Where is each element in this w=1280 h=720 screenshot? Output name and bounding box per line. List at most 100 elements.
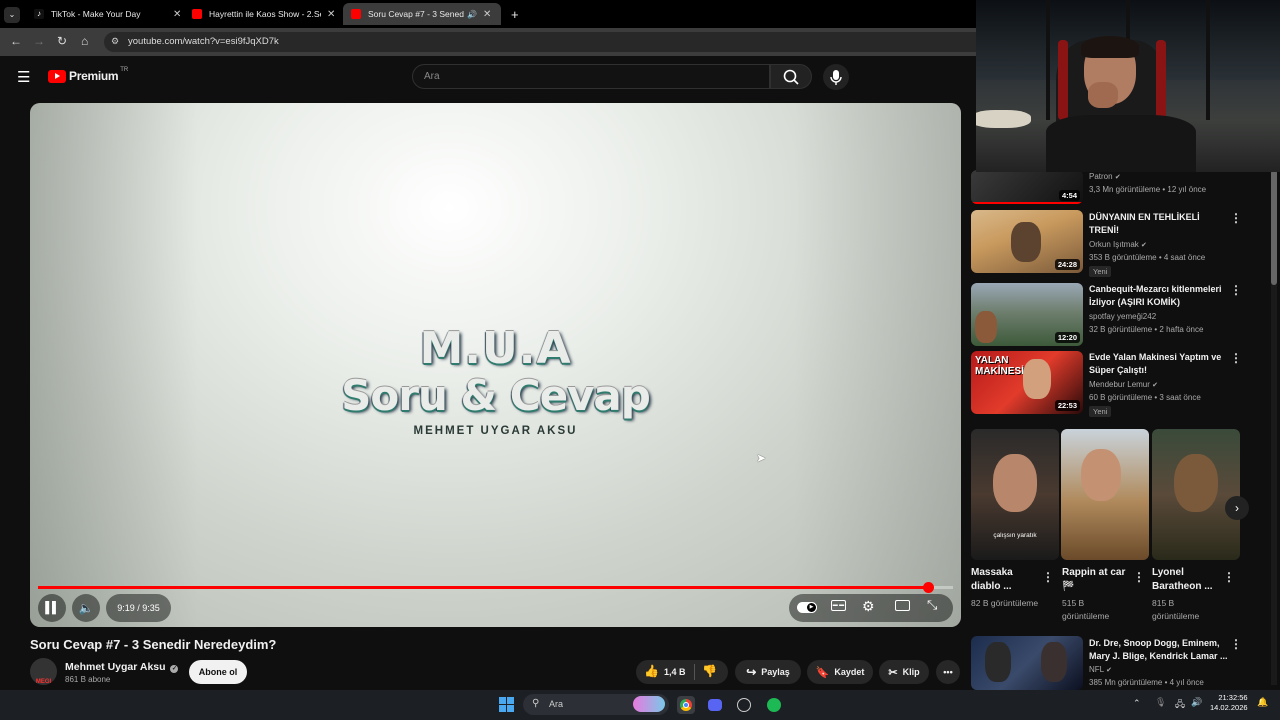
bookmark-icon: 🔖 <box>815 666 830 679</box>
overlay-title-mua: M.U.A <box>419 323 572 374</box>
search-input[interactable]: Ara <box>412 64 770 89</box>
youtube-icon <box>351 9 361 19</box>
thumbs-up-icon[interactable]: 👍 <box>644 664 659 678</box>
related-title[interactable]: Evde Yalan Makinesi Yaptım ve Süper Çalı… <box>1089 351 1229 376</box>
short-views: 815 B görüntüleme <box>1152 598 1200 621</box>
notification-bell-icon[interactable]: 🔔 <box>1257 697 1268 708</box>
menu-icon[interactable]: ☰ <box>17 68 30 86</box>
related-thumbnail[interactable]: 4:54 <box>971 170 1083 204</box>
more-vert-icon[interactable]: ⋮ <box>1230 211 1242 225</box>
related-channel[interactable]: spotfay yemeği242 <box>1089 312 1156 321</box>
related-channel[interactable]: Orkun Işıtmak ✔ <box>1089 240 1147 249</box>
channel-name[interactable]: Mehmet Uygar Aksu ✓ <box>65 661 179 673</box>
microphone-icon <box>830 70 842 85</box>
youtube-premium-logo[interactable]: Premium TR <box>48 67 129 83</box>
volume-icon: 🔈 <box>78 601 94 615</box>
like-count[interactable]: 1,4 B <box>664 667 686 677</box>
close-icon[interactable]: ✕ <box>327 9 335 20</box>
short-title[interactable]: Lyonel Baratheon ... <box>1152 566 1222 594</box>
related-thumbnail[interactable] <box>971 636 1083 690</box>
more-actions-button[interactable]: ••• <box>936 660 960 684</box>
forward-arrow-icon[interactable]: → <box>33 34 45 48</box>
new-badge: Yeni <box>1089 266 1112 277</box>
chrome-icon[interactable] <box>677 696 695 714</box>
channel-text: Patron <box>1089 172 1113 181</box>
related-title[interactable]: DÜNYANIN EN TEHLİKELİ TRENİ! <box>1089 211 1229 236</box>
video-title: Soru Cevap #7 - 3 Senedir Neredeydim? <box>30 637 277 652</box>
more-vert-icon[interactable]: ⋮ <box>1223 570 1235 584</box>
home-icon[interactable]: ⌂ <box>81 34 88 48</box>
sidebar-scrollbar[interactable] <box>1271 170 1277 685</box>
subtitles-icon[interactable]: ▬ ▬ <box>831 600 846 611</box>
progress-scrubber[interactable] <box>923 582 934 593</box>
clip-button[interactable]: ✂ Klip <box>879 660 929 684</box>
thumbs-down-icon[interactable]: 👎 <box>702 664 717 678</box>
tab-kaos-show[interactable]: Hayrettin ile Kaos Show - 2.Sez ✕ <box>184 3 343 25</box>
voice-search-button[interactable] <box>823 64 849 90</box>
network-icon[interactable]: 🖧 <box>1175 697 1185 713</box>
region-code: TR <box>120 67 129 73</box>
shorts-next-button[interactable]: › <box>1225 496 1249 520</box>
new-tab-button[interactable]: + <box>503 3 527 25</box>
short-title[interactable]: Rappin at car 🏁 <box>1062 566 1132 594</box>
site-info-icon[interactable]: ⚙ <box>111 36 119 47</box>
taskbar-search[interactable]: ⚲ Ara <box>523 694 669 715</box>
short-thumbnail[interactable] <box>1061 429 1149 560</box>
tab-tiktok[interactable]: ♪ TikTok - Make Your Day ✕ <box>26 3 189 25</box>
related-title[interactable]: Dr. Dre, Snoop Dogg, Eminem, Mary J. Bli… <box>1089 637 1229 662</box>
system-clock[interactable]: 21:32:56 14.02.2026 <box>1210 693 1248 713</box>
more-vert-icon[interactable]: ⋮ <box>1230 283 1242 297</box>
windows-start-icon[interactable] <box>499 697 514 712</box>
search-button[interactable] <box>770 64 812 89</box>
more-vert-icon[interactable]: ⋮ <box>1133 570 1145 584</box>
share-button[interactable]: ↪ Paylaş <box>735 660 801 684</box>
short-thumbnail[interactable] <box>1152 429 1240 560</box>
theater-mode-icon[interactable] <box>895 600 910 611</box>
verified-icon: ✔ <box>1141 242 1147 249</box>
steam-icon[interactable] <box>735 696 753 714</box>
spotify-icon[interactable] <box>765 696 783 714</box>
video-player[interactable]: M.U.A Soru & Cevap MEHMET UYGAR AKSU ➤ <box>30 103 961 627</box>
related-thumbnail[interactable]: 24:28 <box>971 210 1083 273</box>
url-text[interactable]: youtube.com/watch?v=esi9fJqXD7k <box>128 36 279 47</box>
logo-text: Premium <box>69 69 119 83</box>
clock-date: 14.02.2026 <box>1210 703 1248 712</box>
webcam-overlay <box>976 0 1280 172</box>
channel-avatar[interactable]: MEGI <box>30 658 57 685</box>
microphone-icon[interactable]: 🎙 <box>1155 697 1166 708</box>
related-title[interactable]: Canbequit-Mezarcı kitlenmeleri İzliyor (… <box>1089 283 1229 308</box>
share-icon: ↪ <box>746 665 757 679</box>
related-thumbnail[interactable]: 12:20 <box>971 283 1083 346</box>
volume-button[interactable]: 🔈 <box>72 594 100 622</box>
related-channel[interactable]: Mendebur Lemur ✔ <box>1089 380 1158 389</box>
speaker-icon[interactable]: 🔊 <box>467 10 477 19</box>
short-title[interactable]: Massaka diablo ... <box>971 566 1041 594</box>
save-button[interactable]: 🔖 Kaydet <box>807 660 873 684</box>
chevron-up-icon[interactable]: ⌃ <box>1133 698 1141 709</box>
short-thumbnail[interactable]: çalışsın yaratık <box>971 429 1059 560</box>
pause-button[interactable]: ▌▌ <box>38 594 66 622</box>
autoplay-toggle[interactable]: ▶ <box>797 602 817 613</box>
volume-icon[interactable]: 🔊 <box>1191 697 1202 708</box>
close-icon[interactable]: ✕ <box>173 9 181 20</box>
more-vert-icon[interactable]: ⋮ <box>1230 637 1242 651</box>
search-icon <box>783 69 799 85</box>
related-meta: 32 B görüntüleme • 2 hafta önce <box>1089 325 1204 334</box>
overlay-subtitle: MEHMET UYGAR AKSU <box>413 425 578 437</box>
fullscreen-icon[interactable]: ⤡ <box>927 597 937 613</box>
clip-label: Klip <box>902 667 920 677</box>
more-vert-icon[interactable]: ⋮ <box>1042 570 1054 584</box>
tab-soru-cevap[interactable]: Soru Cevap #7 - 3 Senedir N 🔊 ✕ <box>343 3 501 25</box>
reload-icon[interactable]: ↻ <box>57 34 67 48</box>
close-icon[interactable]: ✕ <box>483 9 491 20</box>
tab-search-button[interactable]: ⌄ <box>0 4 24 26</box>
related-channel[interactable]: Patron ✔ <box>1089 172 1121 181</box>
more-vert-icon[interactable]: ⋮ <box>1230 351 1242 365</box>
back-arrow-icon[interactable]: ← <box>10 34 22 48</box>
related-channel[interactable]: NFL ✔ <box>1089 665 1112 674</box>
discord-icon[interactable] <box>706 696 724 714</box>
subscribe-button[interactable]: Abone ol <box>189 660 247 684</box>
short-views: 515 B görüntüleme <box>1062 598 1110 621</box>
settings-gear-icon[interactable]: ⚙ <box>862 598 875 615</box>
related-thumbnail[interactable]: YALAN MAKİNESİ 22:53 <box>971 351 1083 414</box>
